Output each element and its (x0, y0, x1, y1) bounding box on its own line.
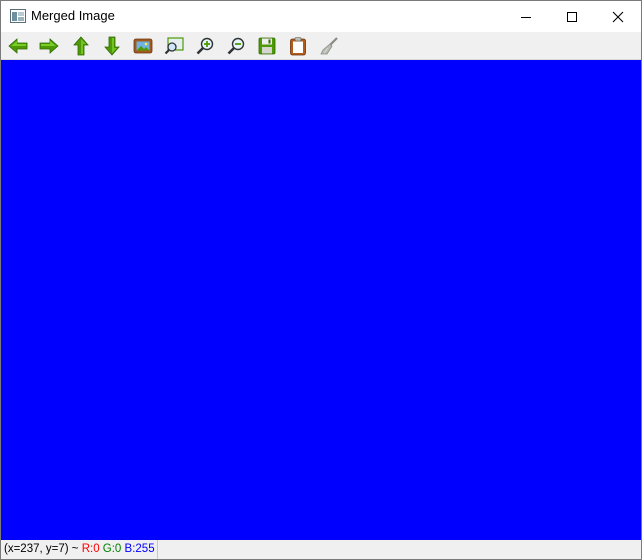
up-icon (73, 36, 89, 56)
app-window: Merged Image (x=237, y=7) ~ R:0 G:0 B:25… (0, 0, 642, 560)
down-icon (104, 36, 120, 56)
forward-button[interactable] (38, 35, 60, 57)
zoom-out-button[interactable] (225, 35, 247, 57)
zoom-in-icon (196, 37, 214, 55)
down-button[interactable] (101, 35, 123, 57)
clipboard-icon (290, 37, 306, 56)
cursor-coordinates: (x=237, y=7) ~ (4, 543, 79, 555)
zoom-region-icon (164, 37, 184, 55)
window-title: Merged Image (31, 8, 115, 23)
maximize-icon (567, 11, 577, 22)
zoom-out-icon (227, 37, 245, 55)
forward-icon (39, 38, 59, 54)
minimize-button[interactable] (503, 1, 549, 32)
pixel-info: (x=237, y=7) ~ R:0 G:0 B:255 (1, 540, 158, 559)
back-button[interactable] (7, 35, 29, 57)
image-icon (133, 38, 153, 54)
back-icon (8, 38, 28, 54)
close-button[interactable] (595, 1, 641, 32)
title-bar[interactable]: Merged Image (1, 1, 641, 32)
status-bar: (x=237, y=7) ~ R:0 G:0 B:255 (1, 540, 641, 559)
up-button[interactable] (70, 35, 92, 57)
minimize-icon (521, 16, 531, 18)
toolbar (1, 32, 641, 60)
image-button[interactable] (132, 35, 154, 57)
save-icon (258, 37, 276, 55)
blue-value: B:255 (124, 543, 155, 555)
save-button[interactable] (256, 35, 278, 57)
green-value: G:0 (102, 543, 122, 555)
app-icon (10, 9, 26, 23)
image-canvas[interactable] (1, 60, 641, 540)
zoom-in-button[interactable] (194, 35, 216, 57)
brush-button[interactable] (318, 35, 340, 57)
zoom-region-button[interactable] (163, 35, 185, 57)
close-icon (612, 11, 624, 22)
clipboard-button[interactable] (287, 35, 309, 57)
brush-icon (320, 37, 338, 55)
maximize-button[interactable] (549, 1, 595, 32)
red-value: R:0 (81, 543, 100, 555)
